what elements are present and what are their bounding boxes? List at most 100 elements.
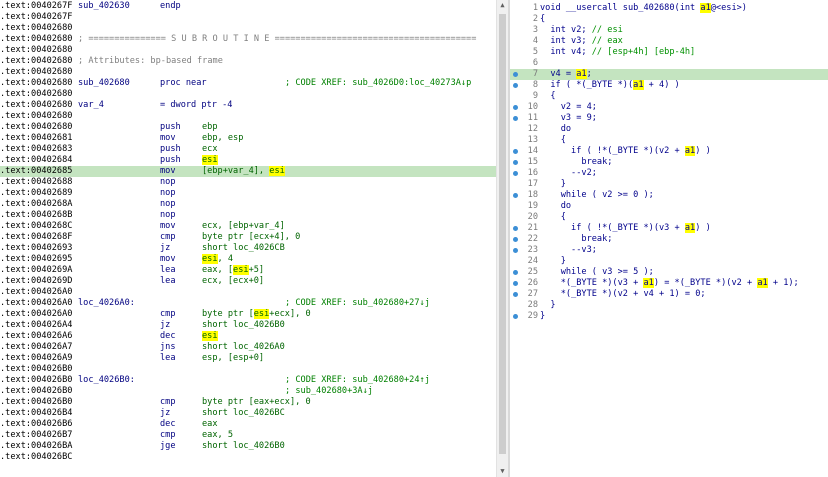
operands[interactable]: [ebp+var_4], esi: [202, 166, 285, 177]
disasm-line[interactable]: .text:004026A9 lea esp, [esp+0]: [0, 353, 496, 364]
disasm-line[interactable]: .text:004026B7 cmp eax, 5: [0, 430, 496, 441]
highlighted-token[interactable]: a1: [684, 146, 696, 156]
scrollbar-thumb[interactable]: [499, 14, 506, 454]
disasm-line[interactable]: .text:004026BC: [0, 452, 496, 463]
mnemonic[interactable]: mov: [160, 254, 176, 265]
xref-comment[interactable]: ; sub_402680+3A↓j: [285, 386, 373, 397]
operands[interactable]: esi: [202, 331, 218, 342]
disasm-line[interactable]: .text:0040269A lea eax, [esi+5]: [0, 265, 496, 276]
mnemonic[interactable]: cmp: [160, 430, 176, 441]
operands[interactable]: ecx, [ecx+0]: [202, 276, 264, 287]
label[interactable]: sub_402630: [78, 1, 130, 12]
code-text[interactable]: if ( !*(_BYTE *)(v3 + a1) ): [540, 223, 711, 234]
operands[interactable]: esp, [esp+0]: [202, 353, 264, 364]
breakpoint-dot-icon[interactable]: [513, 160, 518, 165]
pseudocode-line[interactable]: 23 --v3;: [510, 245, 828, 256]
highlighted-token[interactable]: esi: [202, 155, 218, 165]
highlighted-token[interactable]: a1: [576, 69, 587, 79]
mnemonic[interactable]: dec: [160, 331, 176, 342]
code-text[interactable]: int v4; // [esp+4h] [ebp-4h]: [540, 47, 695, 58]
breakpoint-dot-icon[interactable]: [513, 193, 518, 198]
disasm-line[interactable]: .text:00402695 mov esi, 4: [0, 254, 496, 265]
code-text[interactable]: void __usercall sub_402680(int a1@<esi>): [540, 3, 747, 14]
mnemonic[interactable]: cmp: [160, 309, 176, 320]
disasm-line[interactable]: .text:0040268F cmp byte ptr [ecx+4], 0: [0, 232, 496, 243]
breakpoint-dot-icon[interactable]: [513, 83, 518, 88]
mnemonic[interactable]: mov: [160, 166, 176, 177]
code-text[interactable]: {: [540, 91, 555, 102]
code-text[interactable]: v4 = a1;: [540, 69, 592, 80]
disasm-line[interactable]: .text:0040268C mov ecx, [ebp+var_4]: [0, 221, 496, 232]
operands[interactable]: short loc_4026B0: [202, 441, 285, 452]
code-text[interactable]: }: [540, 256, 566, 267]
code-text[interactable]: --v2;: [540, 168, 597, 179]
operands[interactable]: short loc_4026B0: [202, 320, 285, 331]
pseudocode-line[interactable]: 3 int v2; // esi: [510, 25, 828, 36]
disasm-line[interactable]: .text:004026A0: [0, 287, 496, 298]
breakpoint-dot-icon[interactable]: [513, 270, 518, 275]
operands[interactable]: esi, 4: [202, 254, 233, 265]
mnemonic[interactable]: push: [160, 122, 181, 133]
pseudocode-line[interactable]: 1 void __usercall sub_402680(int a1@<esi>…: [510, 3, 828, 14]
disasm-line[interactable]: .text:004026BA jge short loc_4026B0: [0, 441, 496, 452]
operands[interactable]: byte ptr [ecx+4], 0: [202, 232, 300, 243]
mnemonic[interactable]: nop: [160, 210, 176, 221]
mnemonic[interactable]: nop: [160, 177, 176, 188]
pseudocode-line[interactable]: 20 {: [510, 212, 828, 223]
mnemonic[interactable]: push: [160, 144, 181, 155]
operands[interactable]: eax: [202, 419, 218, 430]
operands[interactable]: ecx, [ebp+var_4]: [202, 221, 285, 232]
operands[interactable]: eax, [esi+5]: [202, 265, 264, 276]
pseudocode-line[interactable]: 4 int v3; // eax: [510, 36, 828, 47]
pseudocode-line[interactable]: 7 v4 = a1;: [510, 69, 828, 80]
disasm-line[interactable]: .text:004026B0 loc_4026B0: ; CODE XREF: su…: [0, 375, 496, 386]
mnemonic[interactable]: jz: [160, 243, 170, 254]
disasm-line[interactable]: .text:00402684 push esi: [0, 155, 496, 166]
highlighted-token[interactable]: a1: [633, 80, 644, 90]
disasm-line[interactable]: .text:00402683 push ecx: [0, 144, 496, 155]
disasm-line[interactable]: .text:00402680 sub_402680 proc near ; CODE …: [0, 78, 496, 89]
disasm-line[interactable]: .text:0040269D lea ecx, [ecx+0]: [0, 276, 496, 287]
pseudocode-line[interactable]: 25 while ( v3 >= 5 );: [510, 267, 828, 278]
xref-comment[interactable]: ; CODE XREF: sub_4026D0:loc_40273A↓p: [285, 78, 471, 89]
pseudocode-line[interactable]: 19 do: [510, 201, 828, 212]
pseudocode-line[interactable]: 13 {: [510, 135, 828, 146]
mnemonic[interactable]: nop: [160, 199, 176, 210]
code-text[interactable]: break;: [540, 157, 612, 168]
code-text[interactable]: {: [540, 212, 566, 223]
pseudocode-line[interactable]: 21 if ( !*(_BYTE *)(v3 + a1) ): [510, 223, 828, 234]
breakpoint-dot-icon[interactable]: [513, 314, 518, 319]
label[interactable]: loc_4026A0:: [78, 298, 135, 309]
disasm-line[interactable]: .text:004026B0 cmp byte ptr [eax+ecx], 0: [0, 397, 496, 408]
pseudocode-line[interactable]: 12 do: [510, 124, 828, 135]
code-text[interactable]: v3 = 9;: [540, 113, 597, 124]
pseudocode-line[interactable]: 14 if ( !*(_BYTE *)(v2 + a1) ): [510, 146, 828, 157]
highlighted-token[interactable]: esi: [202, 254, 218, 264]
breakpoint-dot-icon[interactable]: [513, 149, 518, 154]
xref-comment[interactable]: ; CODE XREF: sub_402680+24↑j: [285, 375, 430, 386]
mnemonic[interactable]: jz: [160, 320, 170, 331]
pseudocode-line[interactable]: 2{: [510, 14, 828, 25]
disasm-line[interactable]: .text:004026A6 dec esi: [0, 331, 496, 342]
disasm-line[interactable]: .text:00402681 mov ebp, esp: [0, 133, 496, 144]
code-text[interactable]: v2 = 4;: [540, 102, 597, 113]
highlighted-token[interactable]: esi: [269, 166, 285, 176]
mnemonic[interactable]: nop: [160, 188, 176, 199]
pseudocode-line[interactable]: 22 break;: [510, 234, 828, 245]
scroll-down-icon[interactable]: ▼: [497, 466, 508, 477]
pseudocode-line[interactable]: 27 *(_BYTE *)(v2 + v4 + 1) = 0;: [510, 289, 828, 300]
disasm-line[interactable]: .text:00402680: [0, 67, 496, 78]
disasm-line[interactable]: .text:00402693 jz short loc_4026CB: [0, 243, 496, 254]
pseudocode-line[interactable]: 8 if ( *(_BYTE *)(a1 + 4) ): [510, 80, 828, 91]
mnemonic[interactable]: lea: [160, 353, 176, 364]
code-text[interactable]: *(_BYTE *)(v2 + v4 + 1) = 0;: [540, 289, 706, 300]
disasm-line[interactable]: .text:0040268B nop: [0, 210, 496, 221]
mnemonic[interactable]: jns: [160, 342, 176, 353]
disasm-line[interactable]: .text:004026A4 jz short loc_4026B0: [0, 320, 496, 331]
disasm-line[interactable]: .text:004026B6 dec eax: [0, 419, 496, 430]
code-text[interactable]: int v3; // eax: [540, 36, 622, 47]
mnemonic[interactable]: push: [160, 155, 181, 166]
disasm-line[interactable]: .text:00402680: [0, 45, 496, 56]
operands[interactable]: eax, 5: [202, 430, 233, 441]
disasm-line[interactable]: .text:0040267F: [0, 12, 496, 23]
